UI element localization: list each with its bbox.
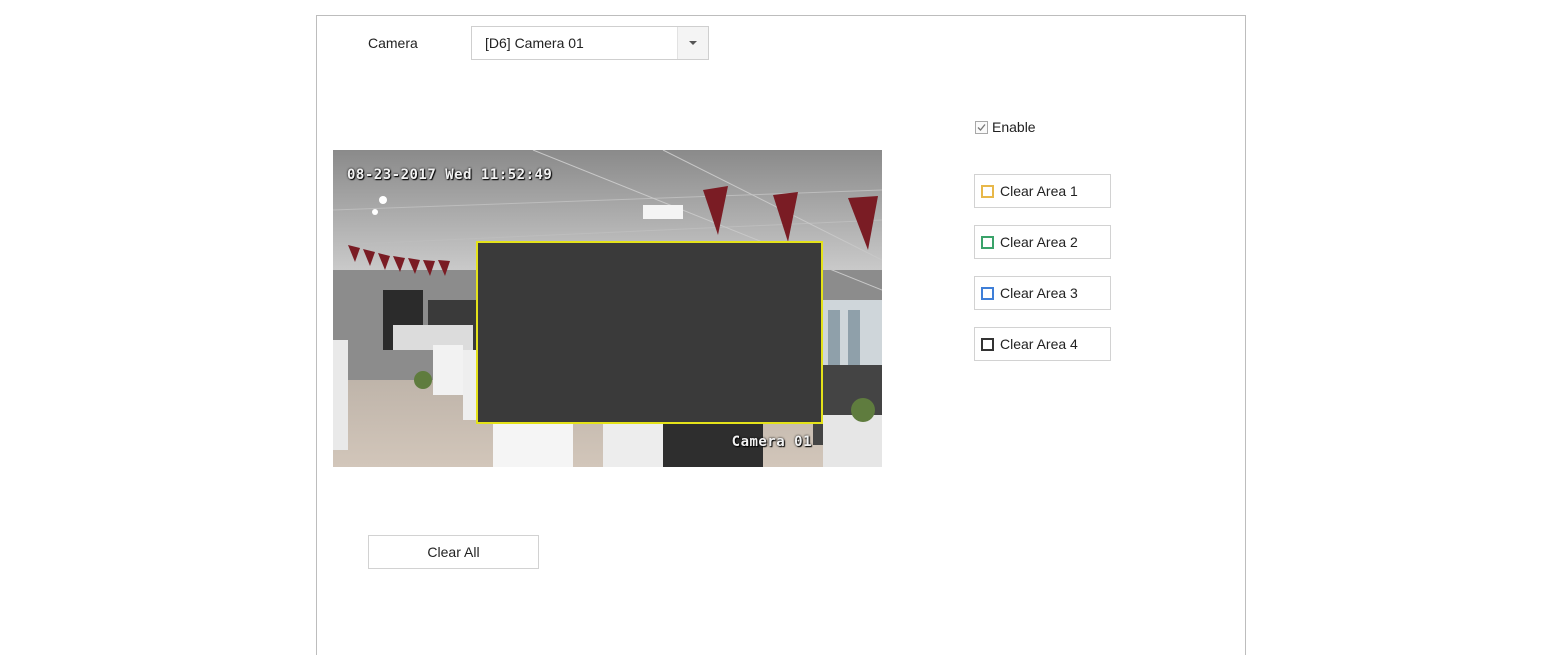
clear-area-4-label: Clear Area 4	[1000, 336, 1078, 352]
osd-datetime: 08-23-2017 Wed 11:52:49	[347, 167, 553, 183]
camera-live-view[interactable]: 08-23-2017 Wed 11:52:49 Camera 01	[333, 150, 882, 467]
caret-down-icon[interactable]	[677, 27, 708, 59]
area-color-swatch-icon	[981, 286, 994, 300]
checkbox-checked-icon[interactable]	[975, 120, 988, 134]
clear-area-3-button[interactable]: Clear Area 3	[974, 276, 1111, 310]
clear-area-4-button[interactable]: Clear Area 4	[974, 327, 1111, 361]
clear-area-1-button[interactable]: Clear Area 1	[974, 174, 1111, 208]
privacy-mask-area-1[interactable]	[476, 241, 823, 424]
enable-label: Enable	[992, 119, 1036, 135]
camera-label: Camera	[368, 35, 418, 51]
area-color-swatch-icon	[981, 235, 994, 249]
clear-area-1-label: Clear Area 1	[1000, 183, 1078, 199]
clear-all-button[interactable]: Clear All	[368, 535, 539, 569]
clear-area-2-label: Clear Area 2	[1000, 234, 1078, 250]
camera-select[interactable]: [D6] Camera 01	[471, 26, 709, 60]
enable-checkbox[interactable]: Enable	[975, 119, 1036, 135]
clear-area-3-label: Clear Area 3	[1000, 285, 1078, 301]
area-color-swatch-icon	[981, 337, 994, 351]
clear-area-2-button[interactable]: Clear Area 2	[974, 225, 1111, 259]
osd-camera-name: Camera 01	[731, 434, 812, 450]
area-color-swatch-icon	[981, 184, 994, 198]
camera-select-value: [D6] Camera 01	[485, 35, 584, 51]
